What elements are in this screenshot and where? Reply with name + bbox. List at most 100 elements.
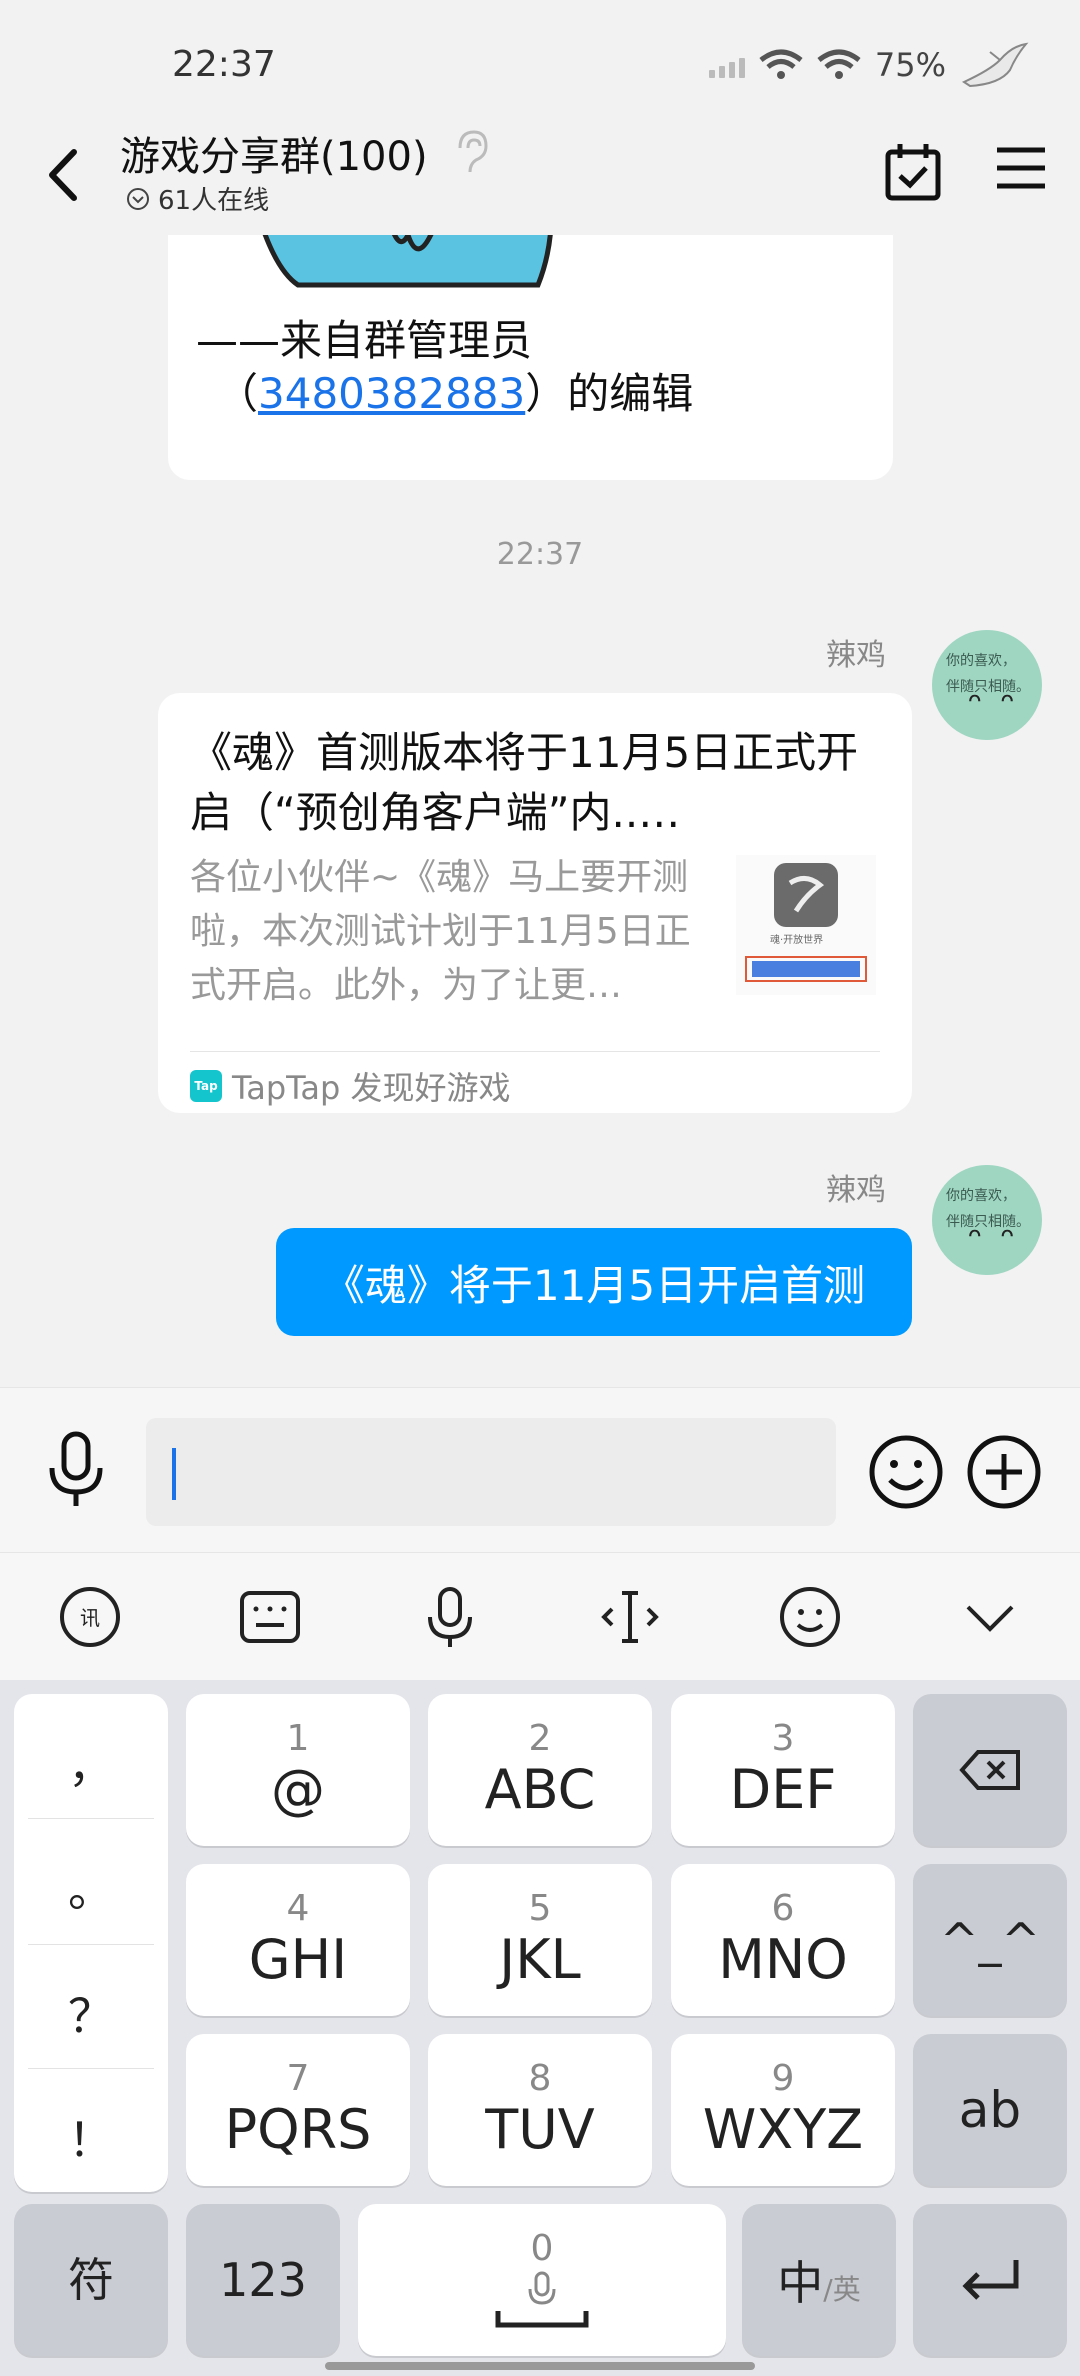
space-mic-icon (495, 2271, 589, 2328)
key-number: 5 (528, 1888, 552, 1929)
sender-name: 辣鸡 (826, 1173, 886, 1208)
key-label: 123 (219, 2253, 307, 2307)
key-4[interactable]: 4 GHI (186, 1864, 410, 2016)
editor-suffix: ）的编辑 (525, 369, 694, 418)
key-2[interactable]: 2 ABC (428, 1694, 652, 1846)
key-8[interactable]: 8 TUV (428, 2034, 652, 2186)
message-input[interactable] (146, 1418, 836, 1526)
text-cursor (172, 1448, 176, 1500)
keyboard-toolbar: 讯 (0, 1552, 1080, 1680)
ear-icon[interactable] (450, 128, 490, 178)
chat-header: 游戏分享群(100) 61人在线 (0, 120, 1080, 235)
online-count: 61人在线 (158, 186, 270, 216)
avatar-face: ᴖ ᴖ (968, 688, 1020, 713)
announcement-editor-line: （3480382883）的编辑 (216, 360, 693, 421)
key-label: 符 (68, 2253, 114, 2307)
key-question[interactable]: ？ (28, 1980, 154, 2046)
key-5[interactable]: 5 JKL (428, 1864, 652, 2016)
key-3[interactable]: 3 DEF (671, 1694, 895, 1846)
announcement-card[interactable]: ——来自群管理员 （3480382883）的编辑 (168, 235, 893, 480)
enter-key[interactable] (913, 2204, 1067, 2356)
key-number: 1 (286, 1718, 310, 1759)
chevron-circle-icon (127, 187, 149, 210)
divider (190, 1051, 880, 1052)
emoji-icon[interactable] (774, 1581, 846, 1653)
game-thumbnail-image (745, 863, 867, 982)
message-bubble[interactable]: 《魂》将于11月5日开启首测 (276, 1228, 912, 1336)
enter-icon (962, 2260, 1019, 2300)
cursor-move-icon[interactable] (594, 1581, 666, 1653)
online-status[interactable]: 61人在线 (126, 180, 269, 217)
key-9[interactable]: 9 WXYZ (671, 2034, 895, 2186)
key-number: 9 (771, 2058, 795, 2099)
share-thumbnail: 魂·开放世界 (736, 855, 876, 995)
bird-icon (961, 42, 1029, 88)
lang-sub: /英 (823, 2273, 861, 2306)
key-label: DEF (729, 1758, 837, 1821)
announcement-author-line: ——来自群管理员 (196, 316, 533, 365)
language-key[interactable]: 中/英 (742, 2204, 896, 2356)
key-label: ab (958, 2081, 1022, 2139)
key-label: PQRS (224, 2098, 372, 2161)
editor-qq-link[interactable]: 3480382883 (258, 369, 525, 418)
share-source-label: TapTap 发现好游戏 (232, 1069, 511, 1107)
battery-percent: 75% (874, 46, 946, 84)
key-exclaim[interactable]: ！ (28, 2104, 154, 2170)
key-1[interactable]: 1 @ (186, 1694, 410, 1846)
lang-main: 中 (777, 2256, 824, 2310)
avatar[interactable]: 你的喜欢， 伴随只相随。 ᴖ ᴖ (932, 630, 1042, 740)
taptap-logo: Tap (190, 1070, 222, 1102)
key-number: 6 (771, 1888, 795, 1929)
language-label: 中/英 (777, 2247, 860, 2313)
key-label: ^_^ (939, 1913, 1041, 1967)
key-label: ABC (484, 1758, 596, 1821)
key-number: 0 (530, 2228, 554, 2269)
key-label: WXYZ (702, 2098, 864, 2161)
collapse-icon[interactable] (954, 1581, 1026, 1653)
group-title[interactable]: 游戏分享群(100) (120, 124, 428, 182)
divider (28, 1818, 154, 1819)
thumb-caption: 魂·开放世界 (770, 935, 824, 946)
calendar-check-icon[interactable] (884, 142, 942, 202)
key-7[interactable]: 7 PQRS (186, 2034, 410, 2186)
menu-icon[interactable] (995, 146, 1047, 190)
back-icon[interactable] (40, 142, 84, 208)
backspace-key[interactable] (913, 1694, 1067, 1846)
space-key[interactable]: 0 (358, 2204, 726, 2356)
editor-prefix: （ (216, 369, 259, 418)
key-number: 3 (771, 1718, 795, 1759)
key-label: @ (271, 1758, 325, 1821)
symbols-key[interactable]: 符 (14, 2204, 168, 2356)
backspace-icon (959, 1750, 1020, 1790)
input-bar (0, 1387, 1080, 1552)
key-comma[interactable]: ， (28, 1730, 154, 1796)
home-indicator[interactable] (325, 2362, 755, 2370)
emoji-button[interactable] (868, 1434, 944, 1510)
microphone-icon[interactable] (414, 1581, 486, 1653)
divider (28, 1944, 154, 1945)
plus-button[interactable] (966, 1434, 1042, 1510)
shared-link-card[interactable]: 《魂》首测版本将于11月5日正式开启（“预创角客户端”内..… 各位小伙伴~《魂… (158, 693, 912, 1113)
emoticon-key[interactable]: ^_^ (913, 1864, 1067, 2016)
keyboard: ， 。 ？ ！ 1 @ 2 ABC 3 DEF 4 GHI 5 JKL 6 MN… (0, 1680, 1080, 2376)
wifi-icon (759, 49, 803, 79)
share-description: 各位小伙伴~《魂》马上要开测啦，本次测试计划于11月5日正式开启。此外，为了让更… (190, 857, 691, 1006)
keyboard-icon[interactable] (234, 1581, 306, 1653)
announcement-image (262, 235, 553, 288)
key-6[interactable]: 6 MNO (671, 1864, 895, 2016)
voice-input-icon[interactable]: 讯 (54, 1581, 126, 1653)
key-number: 8 (528, 2058, 552, 2099)
share-source: Tap TapTap 发现好游戏 (190, 1063, 511, 1109)
status-icons: 75% (708, 40, 1030, 90)
numbers-key[interactable]: 123 (186, 2204, 340, 2356)
punctuation-panel: ， 。 ？ ！ (14, 1694, 168, 2192)
key-number: 2 (528, 1718, 552, 1759)
chat-area[interactable]: ——来自群管理员 （3480382883）的编辑 22:37 辣鸡 你的喜欢， … (0, 235, 1080, 1387)
svg-text:讯: 讯 (80, 1606, 100, 1630)
message-timestamp: 22:37 (496, 537, 584, 572)
case-key[interactable]: ab (913, 2034, 1067, 2186)
key-label: GHI (248, 1928, 348, 1991)
key-period[interactable]: 。 (28, 1854, 154, 1920)
avatar[interactable]: 你的喜欢， 伴随只相随。 ᴖ ᴖ (932, 1165, 1042, 1275)
voice-button[interactable] (44, 1430, 108, 1510)
